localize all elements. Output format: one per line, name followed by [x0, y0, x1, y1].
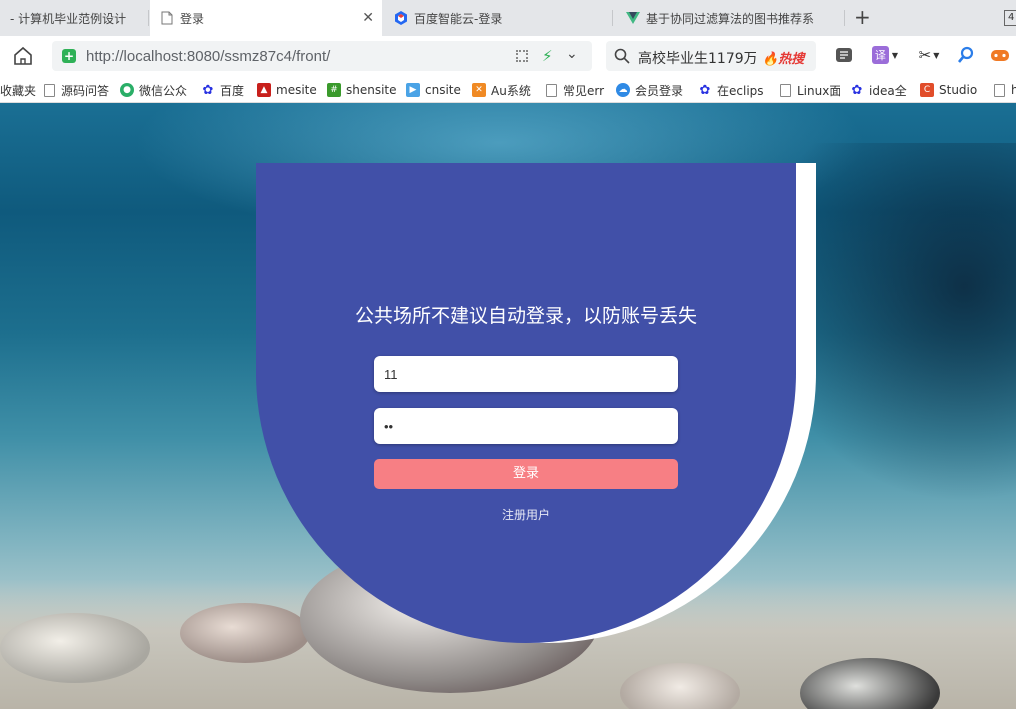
document-icon [993, 83, 1005, 97]
bookmark-cnsite[interactable]: ▶ cnsite [406, 81, 461, 99]
translate-button[interactable]: 译 ▼ [870, 45, 900, 65]
bookmark-wechat[interactable]: ● 微信公众 [120, 81, 190, 99]
translate-icon: 译 [871, 46, 889, 64]
bookmark-mesite[interactable]: ▲ mesite [257, 81, 317, 99]
tab-title: - 计算机毕业范例设计 [10, 11, 127, 26]
seashell-image [180, 603, 310, 663]
scissors-icon: ✂ [918, 46, 932, 64]
bookmark-label: 收藏夹 [0, 83, 37, 98]
vue-icon [626, 11, 640, 25]
bookmark-shensite[interactable]: # shensite [327, 81, 397, 99]
red-c-icon: C [920, 83, 934, 97]
qr-code-icon[interactable] [516, 50, 528, 62]
baidu-cloud-icon [394, 11, 408, 25]
bookmark-label: Linux面 [797, 83, 840, 98]
tab-title: 登录 [180, 11, 205, 26]
bookmark-label: shensite [346, 83, 397, 97]
hot-search-label[interactable]: 🔥热搜 [762, 48, 804, 67]
url-text[interactable]: http://localhost:8080/ssmz87c4/front/ [86, 48, 330, 65]
bookmark-label: 会员登录 [635, 83, 684, 98]
tab-count-badge[interactable]: 4 [1004, 10, 1016, 26]
blue-play-icon: ▶ [406, 83, 420, 97]
cloud-icon: ☁ [616, 83, 630, 97]
search-box[interactable]: 高校毕业生1179万人 🔥热搜 [606, 41, 816, 71]
red-square-icon: ▲ [257, 83, 271, 97]
bookmark-label: mesite [276, 83, 317, 97]
bookmark-label: 常见err [563, 83, 605, 98]
magnifier-icon[interactable] [956, 45, 976, 65]
tab-title: 百度智能云-登录 [414, 11, 503, 26]
baidu-paw-icon: ✿ [851, 82, 863, 98]
security-shield-icon: + [62, 49, 76, 63]
bookmark-baidu[interactable]: ✿ 百度 [201, 81, 244, 99]
wechat-icon: ● [120, 83, 134, 97]
bookmark-favorites[interactable]: 收藏夹 [0, 81, 36, 99]
browser-tab-bar: - 计算机毕业范例设计 登录 ✕ 百度智能云-登录 基于协同过滤算法的图书推荐系… [0, 0, 1016, 36]
seashell-image [0, 613, 150, 683]
bookmark-label: 源码问答 [61, 83, 110, 98]
baidu-paw-icon: ✿ [202, 82, 214, 98]
address-bar[interactable]: + http://localhost:8080/ssmz87c4/front/ … [52, 41, 592, 71]
close-icon[interactable]: ✕ [362, 10, 374, 26]
green-grid-icon: # [327, 83, 341, 97]
bookmark-label: h [1011, 83, 1016, 97]
bookmark-label: 百度 [220, 83, 245, 98]
screenshot-button[interactable]: ✂ ▼ [914, 45, 944, 65]
bookmark-label: cnsite [425, 83, 461, 97]
document-icon [779, 83, 791, 97]
tab-baidu-cloud[interactable]: 百度智能云-登录 [384, 0, 610, 36]
document-icon [545, 83, 557, 97]
home-icon[interactable] [12, 45, 34, 67]
hot-search-text: 热搜 [778, 52, 805, 67]
fire-icon: 🔥 [762, 52, 779, 67]
bookmark-label: Studio [939, 83, 978, 97]
bookmark-idea[interactable]: ✿ idea全 [850, 81, 910, 99]
password-input[interactable] [374, 408, 678, 444]
lightning-icon[interactable]: ⚡ [542, 47, 553, 65]
tab-book-recommend[interactable]: 基于协同过滤算法的图书推荐系 [616, 0, 842, 36]
tab-title: 基于协同过滤算法的图书推荐系 [646, 11, 815, 26]
orange-box-icon: ✕ [472, 83, 486, 97]
search-icon [614, 48, 630, 64]
gamepad-icon[interactable] [990, 45, 1010, 65]
bookmark-studio[interactable]: C Studio [920, 81, 978, 99]
tab-computer-graduation[interactable]: - 计算机毕业范例设计 [0, 0, 148, 36]
bookmark-label: idea全 [869, 83, 907, 98]
chevron-down-icon[interactable]: ⌄ [566, 46, 578, 62]
tab-separator [612, 10, 613, 26]
bookmark-eclipse[interactable]: ✿ 在eclips [698, 81, 766, 99]
tab-separator [844, 10, 845, 26]
bookmark-source-qa[interactable]: 源码问答 [42, 81, 109, 99]
username-input[interactable] [374, 356, 678, 392]
search-query[interactable]: 高校毕业生1179万人 [638, 48, 756, 68]
dropdown-arrow-icon: ▼ [933, 50, 940, 60]
register-link[interactable]: 注册用户 [256, 506, 796, 523]
document-icon [43, 83, 55, 97]
page-background: 公共场所不建议自动登录，以防账号丢失 登录 注册用户 [0, 103, 1016, 709]
bookmark-linux[interactable]: Linux面 [778, 81, 840, 99]
bookmark-label: 在eclips [717, 83, 764, 98]
bookmark-common-err[interactable]: 常见err [544, 81, 606, 99]
login-notice: 公共场所不建议自动登录，以防账号丢失 [354, 305, 697, 327]
tab-login[interactable]: 登录 ✕ [150, 0, 382, 36]
document-icon [160, 11, 174, 25]
bookmark-label: 微信公众 [139, 83, 188, 98]
dropdown-arrow-icon: ▼ [891, 50, 899, 60]
bookmarks-bar: 收藏夹 源码问答 ● 微信公众 ✿ 百度 ▲ mesite # shensite ▶ cn… [0, 76, 1016, 103]
browser-toolbar: + http://localhost:8080/ssmz87c4/front/ … [0, 36, 1016, 76]
bookmark-member-login[interactable]: ☁ 会员登录 [616, 81, 688, 99]
tab-separator [148, 10, 149, 26]
login-button[interactable]: 登录 [374, 459, 678, 489]
bookmark-au-system[interactable]: ✕ Au系统 [472, 81, 531, 99]
baidu-paw-icon: ✿ [699, 82, 711, 98]
bookmark-label: Au系统 [491, 83, 531, 98]
new-tab-icon[interactable]: + [854, 7, 871, 27]
reader-icon[interactable] [834, 45, 854, 65]
bookmark-h[interactable]: h [992, 81, 1016, 99]
